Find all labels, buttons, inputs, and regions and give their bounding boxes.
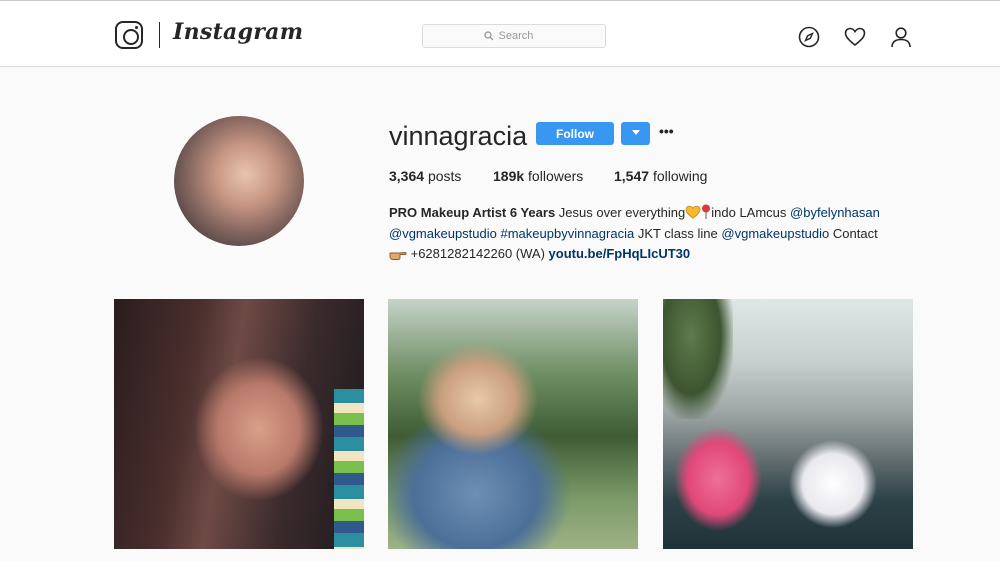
following-label: following xyxy=(652,168,708,184)
posts-stat: 3,364 posts xyxy=(389,168,461,184)
bio-phone: +6281282142260 (WA) xyxy=(407,246,549,261)
search-icon xyxy=(483,31,493,41)
instagram-camera-icon[interactable] xyxy=(115,21,143,49)
instagram-wordmark[interactable]: Instagram xyxy=(173,19,303,45)
search-input[interactable] xyxy=(498,30,545,42)
profile-bio: PRO Makeup Artist 6 Years Jesus over eve… xyxy=(389,203,909,265)
caret-down-icon xyxy=(631,130,640,135)
bio-text: Contact xyxy=(829,225,878,241)
post-thumbnail[interactable] xyxy=(114,299,364,549)
user-icon[interactable] xyxy=(890,26,912,48)
bio-hashtag-link[interactable]: #makeupbyvinnagracia xyxy=(501,226,635,241)
compass-icon[interactable] xyxy=(798,26,820,48)
pointing-hand-emoji-icon xyxy=(389,252,407,260)
bio-mention-link[interactable]: @byfelynhasan xyxy=(790,205,880,220)
posts-label: posts xyxy=(427,168,462,184)
bio-text: Jesus over everything xyxy=(555,205,686,220)
following-count: 1,547 xyxy=(614,168,650,184)
round-pushpin-emoji-icon xyxy=(702,204,711,219)
post-thumbnail[interactable] xyxy=(663,299,913,549)
post-image-detail xyxy=(663,299,733,419)
heart-icon[interactable] xyxy=(844,26,866,48)
top-navigation-bar: Instagram xyxy=(0,0,1000,67)
suggested-users-dropdown-button[interactable] xyxy=(621,122,650,145)
bio-text: JKT class line xyxy=(634,225,722,241)
followers-label: followers xyxy=(528,168,584,184)
posts-count: 3,364 xyxy=(389,168,425,184)
bio-title: PRO Makeup Artist 6 Years xyxy=(389,205,556,220)
more-options-button[interactable]: ••• xyxy=(659,124,675,140)
following-stat[interactable]: 1,547 following xyxy=(614,168,707,184)
bio-text: indo LAmcus xyxy=(711,205,791,220)
bio-website-link[interactable]: youtu.be/FpHqLIcUT30 xyxy=(549,246,691,261)
logo-divider xyxy=(159,22,160,48)
followers-count: 189k xyxy=(493,168,525,184)
post-image-detail xyxy=(334,389,364,549)
profile-avatar[interactable] xyxy=(174,116,304,246)
yellow-heart-emoji-icon xyxy=(685,205,701,219)
search-box[interactable] xyxy=(422,24,606,48)
followers-stat[interactable]: 189k followers xyxy=(493,168,583,184)
bio-mention-link[interactable]: @vgmakeupstudio xyxy=(721,226,829,241)
follow-button[interactable]: Follow xyxy=(536,122,614,145)
profile-username: vinnagracia xyxy=(389,121,528,151)
bio-mention-link[interactable]: @vgmakeupstudio xyxy=(389,226,497,241)
post-thumbnail[interactable] xyxy=(388,299,638,549)
